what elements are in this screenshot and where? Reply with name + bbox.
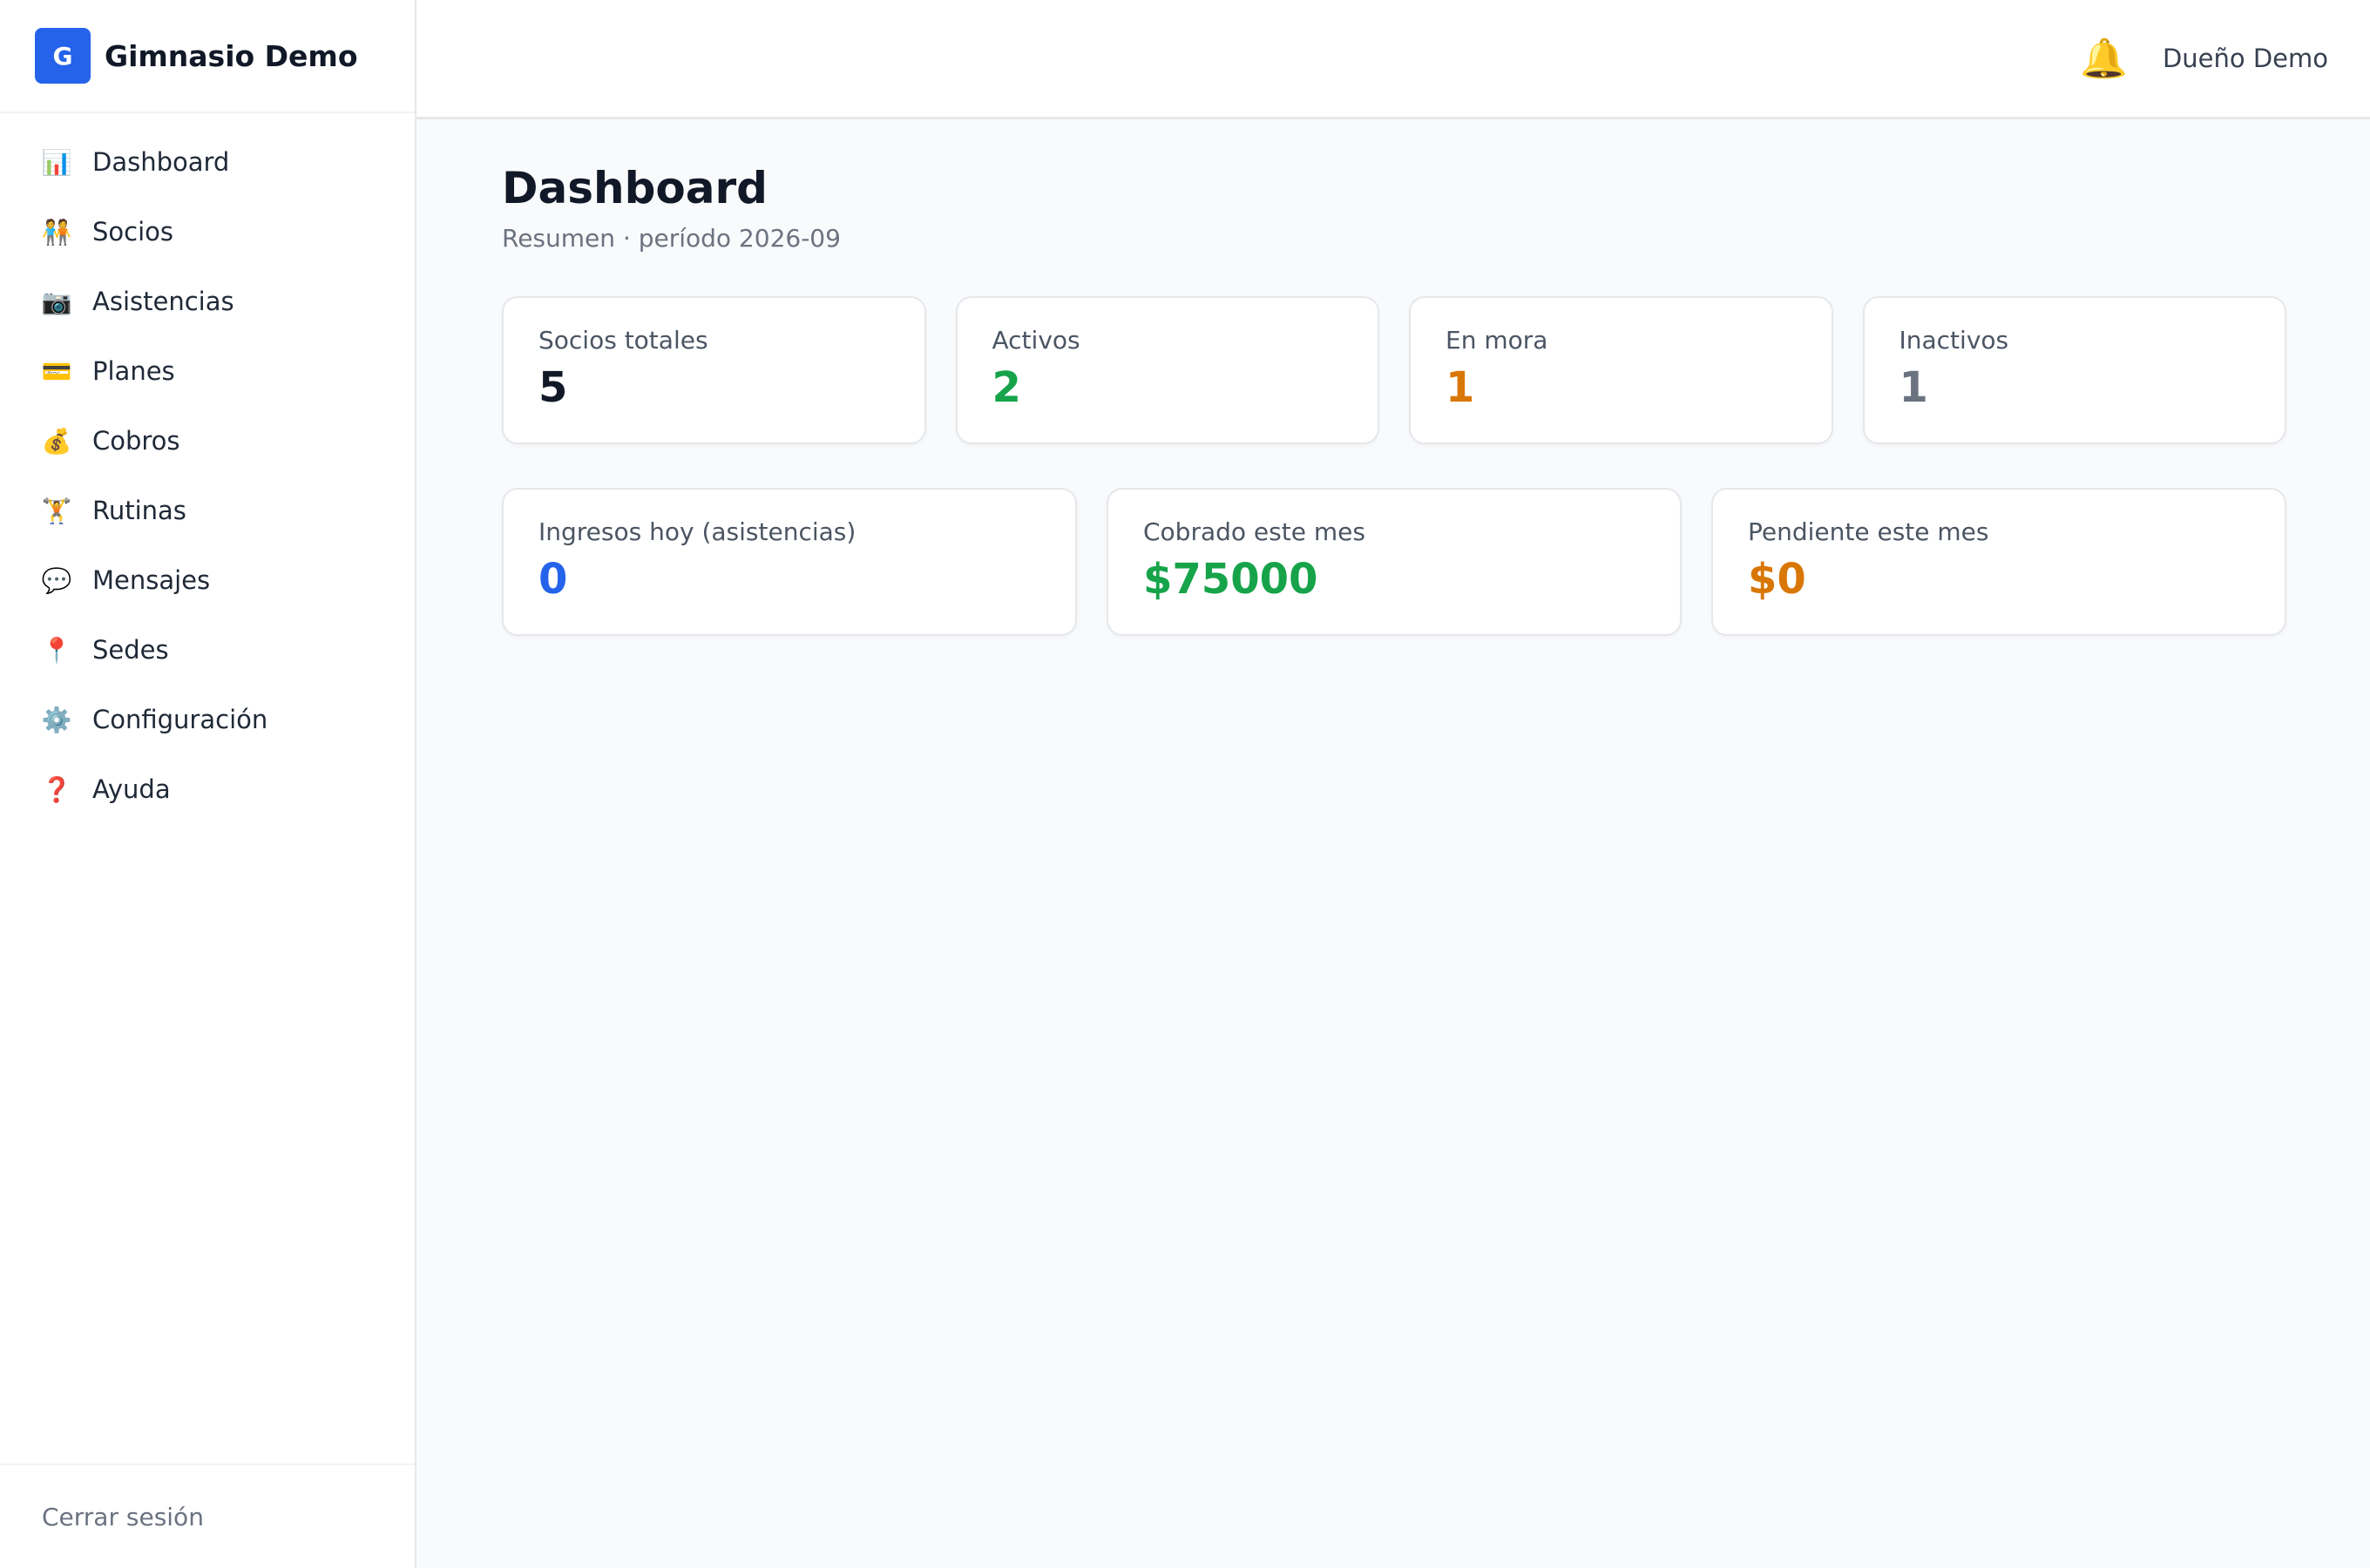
- sidebar-item-planes[interactable]: 💳 Planes: [0, 336, 415, 406]
- location-pin-icon: 📍: [41, 635, 72, 665]
- dashboard-content: Dashboard Resumen · período 2026-09 Soci…: [416, 119, 2286, 636]
- sidebar-item-label: Planes: [92, 356, 175, 386]
- main-area: 🔔 Dueño Demo Dashboard Resumen · período…: [416, 0, 2370, 1568]
- sidebar-item-label: Cobros: [92, 426, 180, 456]
- stat-value: 5: [538, 363, 568, 412]
- stat-card-pendiente-mes: Pendiente este mes $0: [1711, 488, 2286, 636]
- sidebar-item-label: Dashboard: [92, 147, 230, 177]
- sidebar-item-rutinas[interactable]: 🏋️ Rutinas: [0, 476, 415, 545]
- sidebar-item-cobros[interactable]: 💰 Cobros: [0, 406, 415, 476]
- stats-row-finance: Ingresos hoy (asistencias) 0 Cobrado est…: [502, 488, 2286, 636]
- sidebar: G Gimnasio Demo 📊 Dashboard 🧑‍🤝‍🧑 Socios…: [0, 0, 416, 1568]
- stat-card-cobrado-mes: Cobrado este mes $75000: [1107, 488, 1682, 636]
- stat-value: 2: [992, 363, 1021, 412]
- stat-value: 1: [1446, 363, 1475, 412]
- question-icon: ❓: [41, 774, 72, 804]
- sidebar-item-sedes[interactable]: 📍 Sedes: [0, 615, 415, 685]
- sidebar-item-asistencias[interactable]: 📷 Asistencias: [0, 267, 415, 336]
- sidebar-item-label: Ayuda: [92, 774, 171, 804]
- sidebar-item-socios[interactable]: 🧑‍🤝‍🧑 Socios: [0, 197, 415, 267]
- page-title: Dashboard: [502, 163, 768, 213]
- app-root: G Gimnasio Demo 📊 Dashboard 🧑‍🤝‍🧑 Socios…: [0, 0, 2370, 1568]
- bell-icon[interactable]: 🔔: [2080, 36, 2128, 81]
- gear-icon: ⚙️: [41, 705, 72, 734]
- stat-card-socios-totales: Socios totales 5: [502, 296, 926, 444]
- camera-icon: 📷: [41, 287, 72, 316]
- stat-label: Socios totales: [538, 326, 708, 355]
- stat-label: Activos: [992, 326, 1080, 355]
- page-subtitle: Resumen · período 2026-09: [502, 224, 841, 253]
- sidebar-nav: 📊 Dashboard 🧑‍🤝‍🧑 Socios 📷 Asistencias 💳…: [0, 113, 415, 1463]
- weightlifter-icon: 🏋️: [41, 496, 72, 525]
- brand[interactable]: G Gimnasio Demo: [0, 0, 415, 113]
- speech-bubble-icon: 💬: [41, 565, 72, 595]
- stats-row-members: Socios totales 5 Activos 2 En mora 1 Ina…: [502, 296, 2286, 444]
- stat-label: Cobrado este mes: [1143, 517, 1365, 546]
- stat-card-en-mora: En mora 1: [1409, 296, 1833, 444]
- sidebar-item-mensajes[interactable]: 💬 Mensajes: [0, 545, 415, 615]
- stat-value: $0: [1748, 555, 1806, 604]
- stat-label: Inactivos: [1899, 326, 2009, 355]
- sidebar-item-label: Mensajes: [92, 565, 211, 595]
- stat-label: Ingresos hoy (asistencias): [538, 517, 857, 546]
- stat-value: 1: [1899, 363, 1928, 412]
- sidebar-item-dashboard[interactable]: 📊 Dashboard: [0, 127, 415, 197]
- sidebar-item-label: Sedes: [92, 635, 169, 665]
- sidebar-item-label: Configuración: [92, 705, 268, 734]
- stat-label: Pendiente este mes: [1748, 517, 1989, 546]
- brand-name: Gimnasio Demo: [105, 38, 358, 73]
- sidebar-footer: Cerrar sesión: [0, 1463, 415, 1568]
- credit-card-icon: 💳: [41, 356, 72, 386]
- brand-logo: G: [35, 28, 91, 84]
- top-bar: 🔔 Dueño Demo: [416, 0, 2370, 119]
- sidebar-item-label: Rutinas: [92, 496, 186, 525]
- sidebar-item-label: Asistencias: [92, 287, 234, 316]
- money-bag-icon: 💰: [41, 426, 72, 456]
- sidebar-item-configuracion[interactable]: ⚙️ Configuración: [0, 685, 415, 754]
- people-icon: 🧑‍🤝‍🧑: [41, 217, 72, 247]
- bar-chart-icon: 📊: [41, 147, 72, 177]
- stat-card-ingresos-hoy: Ingresos hoy (asistencias) 0: [502, 488, 1077, 636]
- stat-card-activos: Activos 2: [955, 296, 1379, 444]
- sidebar-item-label: Socios: [92, 217, 174, 247]
- sidebar-item-ayuda[interactable]: ❓ Ayuda: [0, 754, 415, 824]
- logout-button[interactable]: Cerrar sesión: [42, 1503, 204, 1531]
- stat-value: $75000: [1143, 555, 1318, 604]
- user-menu[interactable]: Dueño Demo: [2163, 44, 2328, 73]
- stat-value: 0: [538, 555, 568, 604]
- stat-label: En mora: [1446, 326, 1548, 355]
- stat-card-inactivos: Inactivos 1: [1862, 296, 2286, 444]
